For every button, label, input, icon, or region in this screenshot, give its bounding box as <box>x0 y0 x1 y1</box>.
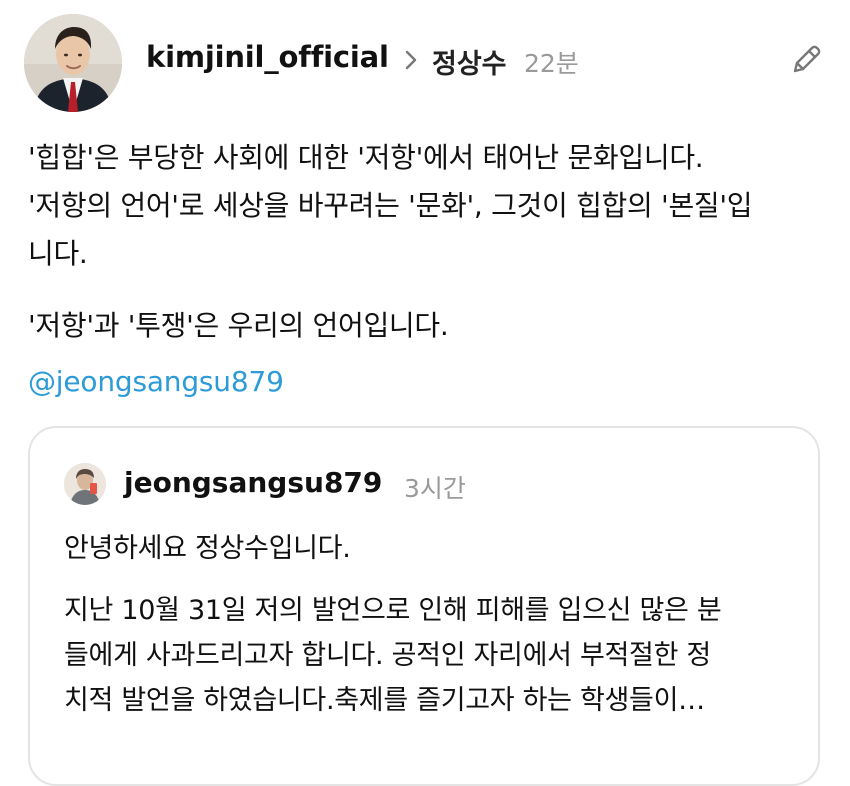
author-username[interactable]: kimjinil_official <box>146 40 389 74</box>
pencil-icon[interactable] <box>788 42 824 78</box>
quoted-post-line: 지난 10월 31일 저의 발언으로 인해 피해를 입으신 많은 분 <box>64 595 722 626</box>
quoted-post-body: 지난 10월 31일 저의 발언으로 인해 피해를 입으신 많은 분 들에게 사… <box>64 588 784 723</box>
post-line: '힙합'은 부당한 사회에 대한 '저항'에서 태어난 문화입니다. <box>28 141 704 174</box>
quoted-post-line: 들에게 사과드리고자 합니다. 공적인 자리에서 부적절한 정 <box>64 640 711 671</box>
post-paragraph-1: '힙합'은 부당한 사회에 대한 '저항'에서 태어난 문화입니다. '저항의 … <box>28 134 828 278</box>
quoted-post-card[interactable]: jeongsangsu879 3시간 안녕하세요 정상수입니다. 지난 10월 … <box>28 426 820 786</box>
post-paragraph-2: '저항'과 '투쟁'은 우리의 언어입니다. <box>28 309 449 342</box>
post-line: 니다. <box>28 237 88 270</box>
reply-target-username[interactable]: 정상수 <box>432 42 507 81</box>
post-time: 22분 <box>524 49 579 78</box>
post-line: '저항의 언어'로 세상을 바꾸려는 '문화', 그것이 힙합의 '본질'입 <box>28 189 753 222</box>
quoted-author-avatar[interactable] <box>64 463 106 505</box>
author-avatar[interactable] <box>24 14 122 112</box>
quoted-post-time: 3시간 <box>404 474 466 503</box>
quoted-author-username[interactable]: jeongsangsu879 <box>124 466 382 499</box>
post-header: kimjinil_official 정상수 22분 <box>0 0 850 120</box>
quoted-post-line: 치적 발언을 하였습니다.축제를 즐기고자 하는 학생들이… <box>64 685 705 716</box>
chevron-right-icon <box>405 50 417 70</box>
mention-link[interactable]: @jeongsangsu879 <box>28 365 284 398</box>
quoted-post-greeting: 안녕하세요 정상수입니다. <box>64 533 351 564</box>
